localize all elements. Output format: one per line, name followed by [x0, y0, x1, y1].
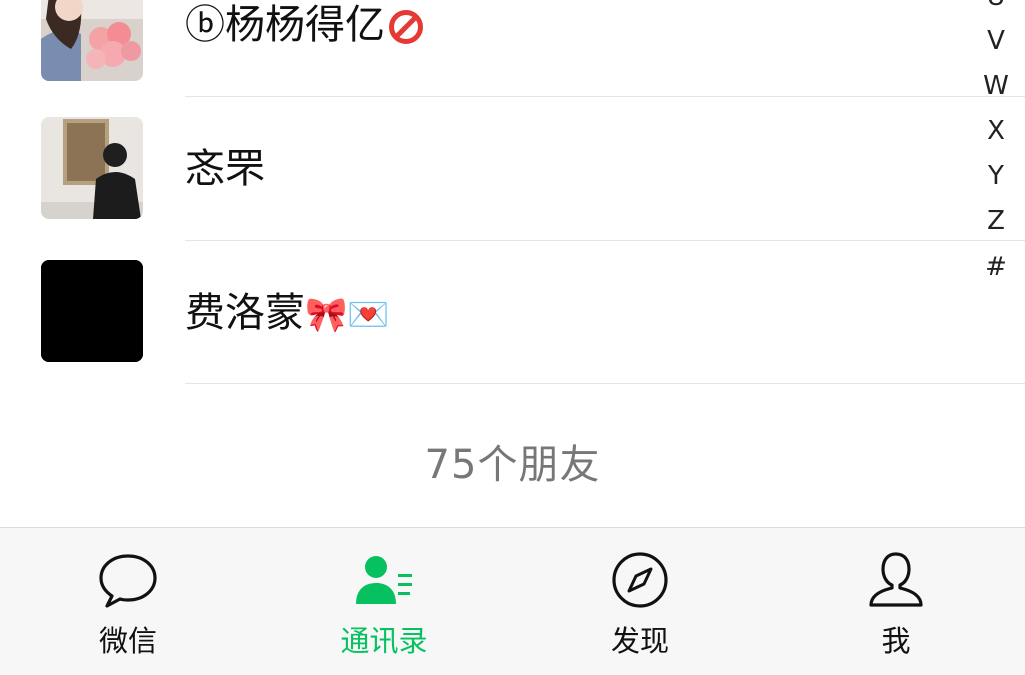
contact-name-text: 费洛蒙: [185, 290, 305, 336]
divider: [185, 383, 1025, 384]
avatar[interactable]: [41, 260, 143, 362]
index-letter-u[interactable]: U: [978, 0, 1014, 12]
contact-name-text: ⓑ杨杨得亿: [185, 2, 385, 48]
index-letter-hash[interactable]: #: [978, 252, 1014, 282]
love-letter-icon: 💌: [347, 295, 390, 335]
tab-contacts[interactable]: 通讯录: [256, 528, 512, 675]
no-entry-icon: [389, 10, 423, 44]
index-letter-v[interactable]: V: [978, 26, 1014, 56]
avatar-black: [41, 260, 143, 362]
contact-name: ⓑ杨杨得亿: [185, 5, 423, 45]
tab-label: 通讯录: [340, 624, 428, 658]
avatar[interactable]: [41, 0, 143, 81]
contact-name: 费洛蒙🎀💌: [185, 293, 390, 333]
contact-name: 忞罘: [185, 146, 265, 192]
index-letter-x[interactable]: X: [978, 116, 1014, 146]
friend-count: 75个朋友: [424, 442, 601, 488]
contact-row[interactable]: 费洛蒙🎀💌: [0, 241, 1025, 384]
index-letter-z[interactable]: Z: [978, 206, 1014, 236]
contact-row[interactable]: ⓑ杨杨得亿: [0, 0, 1025, 99]
chat-bubble-icon: [99, 554, 157, 608]
compass-icon: [612, 552, 668, 608]
tab-chats[interactable]: 微信: [0, 528, 256, 675]
avatar-man-in-gallery: [41, 117, 143, 219]
avatar[interactable]: [41, 117, 143, 219]
ribbon-icon: 🎀: [305, 295, 348, 335]
tab-label: 我: [881, 624, 911, 658]
tab-bar: 微信 通讯录 发现 我: [0, 527, 1025, 675]
index-letter-w[interactable]: W: [978, 71, 1014, 101]
index-letter-y[interactable]: Y: [978, 161, 1014, 191]
tab-label: 发现: [610, 624, 669, 658]
avatar-girl-with-roses: [41, 0, 143, 81]
tab-discover[interactable]: 发现: [512, 528, 768, 675]
tab-label: 微信: [98, 624, 157, 658]
tab-me[interactable]: 我: [768, 528, 1024, 675]
contacts-icon: [356, 556, 412, 604]
contact-row[interactable]: 忞罘: [0, 97, 1025, 240]
person-icon: [869, 552, 923, 607]
